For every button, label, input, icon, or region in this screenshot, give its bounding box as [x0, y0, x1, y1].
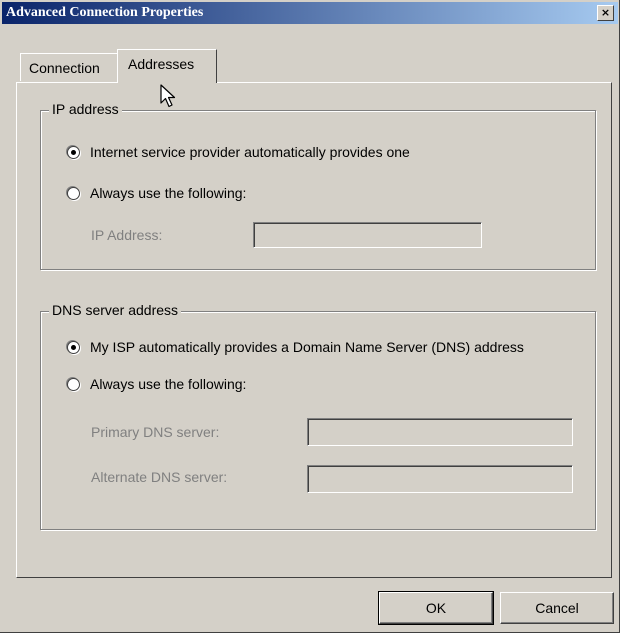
arrow-cursor-icon [160, 84, 176, 108]
ip-address-group-legend: IP address [49, 101, 122, 117]
primary-dns-field[interactable] [307, 418, 573, 446]
ip-auto-label: Internet service provider automatically … [90, 144, 410, 160]
alternate-dns-label: Alternate DNS server: [91, 469, 228, 485]
dns-auto-radio[interactable] [67, 341, 80, 354]
cancel-button[interactable]: Cancel [500, 592, 614, 624]
tab-connection[interactable]: Connection [20, 53, 119, 81]
alternate-dns-field[interactable] [307, 465, 573, 493]
title-bar[interactable]: Advanced Connection Properties × [2, 2, 618, 24]
radio-selected-dot [71, 150, 76, 155]
ok-button-label: OK [425, 600, 447, 616]
dialog-window: Advanced Connection Properties × Connect… [0, 0, 620, 633]
ip-address-field[interactable] [253, 222, 482, 248]
dns-auto-label: My ISP automatically provides a Domain N… [90, 339, 524, 355]
dns-manual-radio[interactable] [67, 378, 80, 391]
dns-server-group-legend: DNS server address [49, 302, 182, 318]
tab-addresses-label: Addresses [128, 56, 195, 72]
ok-button[interactable]: OK [378, 591, 494, 625]
close-button[interactable]: × [597, 5, 614, 21]
primary-dns-label: Primary DNS server: [91, 424, 220, 440]
dns-manual-label: Always use the following: [90, 376, 247, 392]
close-icon: × [600, 6, 611, 19]
ip-manual-radio[interactable] [67, 187, 80, 200]
window-title: Advanced Connection Properties [6, 5, 204, 20]
tab-connection-label: Connection [29, 60, 100, 76]
ip-manual-label: Always use the following: [90, 185, 247, 201]
cancel-button-label: Cancel [535, 600, 579, 616]
radio-selected-dot [71, 345, 76, 350]
tab-addresses[interactable]: Addresses [117, 49, 217, 83]
ip-address-label: IP Address: [91, 227, 163, 243]
ip-auto-radio[interactable] [67, 146, 80, 159]
